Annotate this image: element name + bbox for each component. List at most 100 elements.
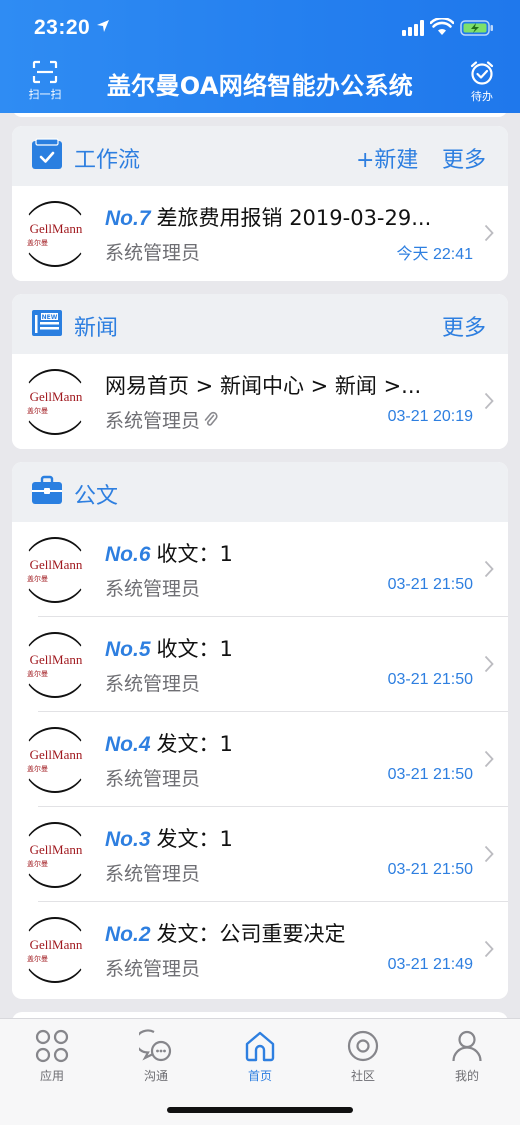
item-number: No.4 (105, 733, 151, 756)
news-card-header: NEW 新闻 更多 (12, 294, 508, 354)
tab-label: 首页 (247, 1069, 272, 1083)
item-title-text: 发文：公司重要决定 (156, 922, 346, 946)
gellmann-logo: GellMann 盖尔曼 (22, 632, 88, 698)
item-title-text: 差旅费用报销 2019-03-29... (156, 206, 432, 230)
workflow-card: 工作流 +新建 更多 GellMann 盖尔曼 No.7 差旅费用报销 2019-… (12, 126, 508, 281)
logo-text-en: GellMann (29, 389, 83, 404)
alarm-clock-icon (470, 61, 494, 85)
gellmann-logo: GellMann 盖尔曼 (22, 917, 88, 983)
briefcase-icon (32, 475, 62, 504)
document-item[interactable]: GellMann 盖尔曼 No.3 发文：1 系统管理员 03-21 21:50 (12, 807, 508, 902)
item-author: 系统管理员 (105, 863, 201, 885)
tab-apps[interactable]: 应用 (12, 1029, 92, 1084)
item-number: No.5 (105, 638, 151, 661)
logo-text-en: GellMann (29, 937, 83, 952)
item-time: 03-21 20:19 (387, 408, 473, 425)
item-title: No.4 发文：1 (105, 728, 475, 758)
scan-label: 扫一扫 (28, 88, 62, 101)
logo-text-en: GellMann (29, 652, 83, 667)
profile-icon (452, 1030, 482, 1062)
tab-community[interactable]: 社区 (323, 1029, 403, 1084)
workflow-more-button[interactable]: 更多 (442, 142, 486, 174)
scan-icon (32, 60, 58, 84)
item-author: 系统管理员 (105, 406, 218, 433)
item-title-text: 收文：1 (156, 542, 233, 566)
news-card: NEW 新闻 更多 GellMann 盖尔曼 网易首页 > 新闻中心 > 新闻 … (12, 294, 508, 449)
attachment-icon (204, 411, 218, 426)
tab-label: 应用 (39, 1069, 64, 1083)
logo-text-cn: 盖尔曼 (27, 575, 48, 583)
battery-charging-icon (460, 20, 493, 36)
home-indicator (167, 1107, 353, 1113)
chevron-right-icon (484, 940, 494, 958)
tab-home[interactable]: 首页 (220, 1029, 300, 1084)
logo-text-cn: 盖尔曼 (27, 670, 48, 678)
gellmann-logo: GellMann 盖尔曼 (22, 537, 88, 603)
location-arrow-icon (97, 20, 109, 32)
chat-icon (139, 1029, 172, 1062)
item-author: 系统管理员 (105, 673, 201, 695)
home-content[interactable]: 工作流 +新建 更多 GellMann 盖尔曼 No.7 差旅费用报销 2019-… (0, 113, 520, 1018)
logo-text-en: GellMann (29, 557, 83, 572)
workflow-title: 工作流 (74, 148, 141, 173)
gellmann-logo: GellMann 盖尔曼 (22, 727, 88, 793)
signal-icon (402, 20, 424, 36)
logo-text-cn: 盖尔曼 (27, 239, 48, 247)
gellmann-logo: GellMann 盖尔曼 (22, 369, 88, 435)
documents-card-header: 公文 (12, 462, 508, 522)
workflow-new-button[interactable]: +新建 (356, 142, 418, 174)
logo-text-en: GellMann (29, 747, 83, 762)
item-title: No.7 差旅费用报销 2019-03-29... (105, 202, 475, 232)
item-author: 系统管理员 (105, 958, 201, 980)
tab-chat[interactable]: 沟通 (116, 1029, 196, 1084)
logo-text-cn: 盖尔曼 (27, 860, 48, 868)
tab-label: 社区 (350, 1069, 375, 1083)
previous-card-edge (12, 113, 508, 117)
todo-label: 待办 (471, 90, 493, 103)
app-header: 23:20 扫一扫 盖尔曼OA网络智能办公系统 待办 (0, 0, 520, 113)
item-title-text: 发文：1 (156, 827, 233, 851)
news-item[interactable]: GellMann 盖尔曼 网易首页 > 新闻中心 > 新闻 >... 系统管理员… (12, 354, 508, 449)
newspaper-icon: NEW (32, 310, 62, 336)
item-time: 今天 22:41 (396, 246, 474, 263)
document-item[interactable]: GellMann 盖尔曼 No.6 收文：1 系统管理员 03-21 21:50 (12, 522, 508, 617)
document-item[interactable]: GellMann 盖尔曼 No.5 收文：1 系统管理员 03-21 21:50 (12, 617, 508, 712)
document-item[interactable]: GellMann 盖尔曼 No.4 发文：1 系统管理员 03-21 21:50 (12, 712, 508, 807)
svg-text:NEW: NEW (42, 314, 58, 321)
scan-button[interactable]: 扫一扫 (20, 60, 70, 108)
wifi-icon (430, 18, 454, 35)
item-number: No.3 (105, 828, 151, 851)
workflow-item[interactable]: GellMann 盖尔曼 No.7 差旅费用报销 2019-03-29... 系统… (12, 186, 508, 281)
item-title: No.6 收文：1 (105, 538, 475, 568)
item-time: 03-21 21:50 (387, 576, 473, 593)
item-title: No.3 发文：1 (105, 823, 475, 853)
page-title: 盖尔曼OA网络智能办公系统 (106, 72, 414, 100)
gellmann-logo: GellMann 盖尔曼 (22, 822, 88, 888)
document-item[interactable]: GellMann 盖尔曼 No.2 发文：公司重要决定 系统管理员 03-21 2… (12, 902, 508, 997)
item-number: No.6 (105, 543, 151, 566)
home-icon (245, 1031, 275, 1062)
todo-button[interactable]: 待办 (462, 60, 502, 108)
tab-profile[interactable]: 我的 (427, 1029, 507, 1084)
status-bar: 23:20 (0, 0, 520, 56)
logo-text-cn: 盖尔曼 (27, 765, 48, 773)
item-title: No.2 发文：公司重要决定 (105, 918, 475, 948)
tab-label: 沟通 (143, 1069, 168, 1083)
logo-text-cn: 盖尔曼 (27, 407, 48, 415)
item-number: No.7 (105, 207, 151, 230)
apps-icon (35, 1029, 69, 1063)
documents-title: 公文 (74, 484, 119, 509)
chevron-right-icon (484, 655, 494, 673)
workflow-card-header: 工作流 +新建 更多 (12, 126, 508, 186)
item-number: No.2 (105, 923, 151, 946)
chevron-right-icon (484, 224, 494, 242)
gellmann-logo: GellMann 盖尔曼 (22, 201, 88, 267)
chevron-right-icon (484, 392, 494, 410)
item-title-text: 发文：1 (156, 732, 233, 756)
community-icon (347, 1030, 379, 1062)
news-title: 新闻 (74, 316, 119, 341)
news-more-button[interactable]: 更多 (442, 310, 486, 342)
item-author: 系统管理员 (105, 242, 201, 264)
workflow-icon (32, 138, 62, 169)
logo-text-en: GellMann (29, 221, 83, 236)
